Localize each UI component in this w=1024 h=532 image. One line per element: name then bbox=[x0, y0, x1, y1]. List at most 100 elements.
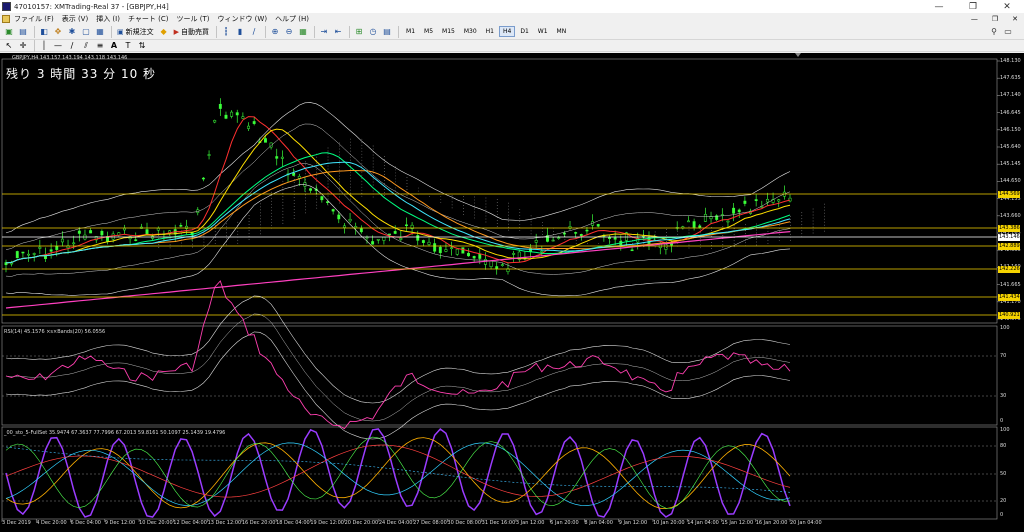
candle-body bbox=[489, 260, 493, 267]
vertical-line-icon[interactable]: │ bbox=[38, 40, 50, 52]
timeframe-m30[interactable]: M30 bbox=[460, 26, 481, 37]
bar-chart-icon[interactable]: ┇ bbox=[220, 26, 232, 38]
timeframe-m1[interactable]: M1 bbox=[402, 26, 419, 37]
cloud-dot bbox=[259, 218, 261, 220]
chart-window-icon[interactable] bbox=[2, 14, 10, 23]
close-button[interactable]: ✕ bbox=[990, 2, 1024, 12]
navigator-icon[interactable]: ✱ bbox=[66, 26, 78, 38]
timeframe-mn[interactable]: MN bbox=[553, 26, 571, 37]
cloud-dot bbox=[541, 233, 543, 235]
cloud-dot bbox=[282, 210, 284, 212]
menu-view[interactable]: 表示 (V) bbox=[62, 14, 88, 24]
cloud-dot bbox=[192, 246, 193, 248]
candle-body bbox=[342, 225, 346, 228]
chart-canvas[interactable] bbox=[0, 53, 1024, 532]
chart-window[interactable]: GBPJPY,H4 143.157 143.194 143.118 143.14… bbox=[0, 53, 1024, 532]
candle-body bbox=[218, 103, 222, 109]
auto-trading-label: 自動売買 bbox=[181, 27, 210, 36]
cloud-dot bbox=[812, 232, 814, 234]
candlestick-icon[interactable]: ▮ bbox=[234, 26, 246, 38]
timeframe-m15[interactable]: M15 bbox=[438, 26, 459, 37]
cloud-dot bbox=[361, 183, 363, 185]
trendline-icon[interactable]: ∕ bbox=[66, 40, 78, 52]
timeframe-m5[interactable]: M5 bbox=[420, 26, 437, 37]
ma-cyan-line bbox=[5, 161, 791, 264]
chart-shift-marker[interactable] bbox=[795, 53, 801, 57]
tile-windows-icon[interactable]: ▦ bbox=[297, 26, 309, 38]
cursor-icon[interactable]: ↖ bbox=[3, 40, 15, 52]
horizontal-line-icon[interactable]: — bbox=[52, 40, 64, 52]
cloud-dot bbox=[801, 212, 803, 214]
cloud-dot bbox=[350, 198, 351, 200]
date-tick-label: 10 Jan 20:00 bbox=[652, 520, 685, 526]
cloud-dot bbox=[282, 180, 284, 182]
chat-icon[interactable]: ▭ bbox=[1002, 26, 1014, 38]
cloud-dot bbox=[293, 176, 295, 177]
indicators-icon[interactable]: ⊞ bbox=[353, 26, 365, 38]
zoom-out-icon[interactable]: ⊖ bbox=[283, 26, 295, 38]
line-chart-icon[interactable]: ∕ bbox=[248, 26, 260, 38]
equidistant-channel-icon[interactable]: ⫽ bbox=[80, 40, 92, 52]
cloud-dot bbox=[496, 213, 498, 215]
minimize-button[interactable]: — bbox=[922, 2, 956, 12]
cloud-dot bbox=[271, 206, 272, 208]
menu-chart[interactable]: チャート (C) bbox=[128, 14, 169, 24]
candle-body bbox=[732, 207, 736, 214]
timeframe-w1[interactable]: W1 bbox=[534, 26, 552, 37]
text-label-icon[interactable]: T bbox=[122, 40, 134, 52]
candle-body bbox=[280, 156, 284, 159]
new-chart-icon[interactable]: ▣ bbox=[3, 26, 15, 38]
auto-trading-button[interactable]: ▶ 自動売買 bbox=[172, 26, 211, 38]
cloud-dot bbox=[485, 218, 487, 220]
text-tool-icon[interactable]: A bbox=[108, 40, 120, 52]
cloud-dot bbox=[350, 150, 351, 152]
autoscroll-icon[interactable]: ⇥ bbox=[318, 26, 330, 38]
cloud-dot bbox=[361, 174, 363, 176]
menu-help[interactable]: ヘルプ (H) bbox=[275, 14, 309, 24]
cloud-dot bbox=[384, 162, 385, 163]
crosshair-icon[interactable]: ✛ bbox=[17, 40, 29, 52]
candle-body bbox=[585, 229, 589, 232]
data-window-icon[interactable]: ✥ bbox=[52, 26, 64, 38]
strategy-tester-icon[interactable]: ▦ bbox=[94, 26, 106, 38]
cloud-dot bbox=[316, 174, 318, 176]
periods-icon[interactable]: ◷ bbox=[367, 26, 379, 38]
date-tick-label: 16 Dec 20:00 bbox=[241, 520, 276, 526]
candle-body bbox=[156, 228, 160, 231]
profiles-icon[interactable]: ▤ bbox=[17, 26, 29, 38]
cloud-dot bbox=[666, 235, 667, 236]
cloud-dot bbox=[361, 180, 363, 182]
cloud-dot bbox=[372, 184, 374, 186]
terminal-icon[interactable]: ▢ bbox=[80, 26, 92, 38]
timeframe-d1[interactable]: D1 bbox=[516, 26, 532, 37]
mdi-minimize-button[interactable]: — bbox=[971, 15, 978, 23]
cloud-dot bbox=[316, 186, 318, 188]
date-tick-label: 8 Jan 04:00 bbox=[584, 520, 613, 526]
menu-insert[interactable]: 挿入 (I) bbox=[96, 14, 120, 24]
cloud-dot bbox=[384, 165, 385, 166]
fibonacci-icon[interactable]: ≡ bbox=[94, 40, 106, 52]
new-order-button[interactable]: ▣ 新規注文 bbox=[115, 26, 156, 38]
cloud-dot bbox=[259, 224, 261, 226]
cloud-dot bbox=[372, 154, 374, 156]
templates-icon[interactable]: ▤ bbox=[381, 26, 393, 38]
cloud-dot bbox=[733, 234, 735, 236]
cloud-dot bbox=[372, 145, 374, 147]
candle-body bbox=[421, 240, 425, 243]
mdi-restore-button[interactable]: ❐ bbox=[992, 15, 998, 23]
menu-tools[interactable]: ツール (T) bbox=[176, 14, 209, 24]
menu-file[interactable]: ファイル (F) bbox=[14, 14, 54, 24]
market-watch-icon[interactable]: ◧ bbox=[38, 26, 50, 38]
menu-window[interactable]: ウィンドウ (W) bbox=[217, 14, 267, 24]
cloud-dot bbox=[214, 231, 216, 232]
timeframe-h4[interactable]: H4 bbox=[498, 26, 516, 37]
mdi-close-button[interactable]: ✕ bbox=[1012, 15, 1018, 23]
timeframe-h1[interactable]: H1 bbox=[482, 26, 498, 37]
maximize-button[interactable]: ❐ bbox=[956, 2, 990, 12]
arrows-icon[interactable]: ⇅ bbox=[136, 40, 148, 52]
search-icon[interactable]: ⚲ bbox=[988, 26, 1000, 38]
zoom-in-icon[interactable]: ⊕ bbox=[269, 26, 281, 38]
metaeditor-icon[interactable]: ◆ bbox=[158, 26, 170, 38]
chart-shift-icon[interactable]: ⇤ bbox=[332, 26, 344, 38]
cloud-dot bbox=[463, 199, 464, 200]
